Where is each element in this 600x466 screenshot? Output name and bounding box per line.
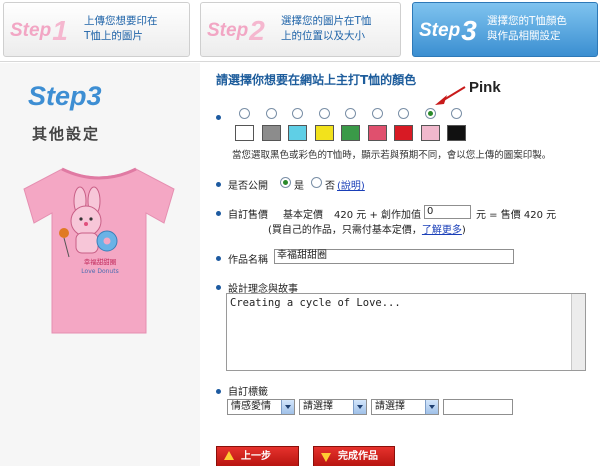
- tags-label: 自訂標籤: [228, 387, 268, 398]
- custom-tag-input[interactable]: [443, 399, 513, 415]
- public-no-label: 否: [325, 181, 335, 192]
- color-swatch-3[interactable]: [288, 125, 307, 141]
- prev-step-button[interactable]: 上一步: [216, 446, 299, 466]
- shirt-caption-1: 幸福甜甜圈: [84, 257, 117, 266]
- bullet-icon: [216, 182, 221, 187]
- arrow-down-icon: [321, 453, 331, 462]
- step-2-number: Step2: [207, 15, 265, 46]
- step-title: Step3: [28, 81, 102, 111]
- creative-bonus-input[interactable]: 0: [424, 205, 471, 219]
- price-note: (買自己的作品，只需付基本定價，了解更多): [268, 225, 466, 236]
- work-name-input[interactable]: 幸福甜甜圈: [274, 249, 514, 264]
- color-swatch-8[interactable]: [421, 125, 440, 141]
- public-help-link[interactable]: (說明): [337, 177, 365, 192]
- bullet-icon: [216, 389, 221, 394]
- color-radio-3[interactable]: [292, 108, 303, 119]
- color-swatch-6[interactable]: [368, 125, 387, 141]
- page-subtitle: 其他設定: [32, 125, 101, 143]
- step-1-number: Step1: [10, 15, 68, 46]
- chevron-down-icon: [425, 400, 438, 414]
- color-note: 當您選取黑色或彩色的T恤時，顯示若與預期不同，會以您上傳的圖案印製。: [232, 150, 552, 161]
- step-tabs: Step1 上傳您想要印在 T恤上的圖片 Step2 選擇您的圖片在T恤 上的位…: [0, 0, 600, 62]
- price-label: 自訂售價: [228, 210, 268, 221]
- bullet-icon: [216, 115, 221, 120]
- bullet-icon: [216, 285, 221, 290]
- story-scrollbar[interactable]: [571, 294, 585, 370]
- tshirt-preview: 幸福甜甜圈 Love Donuts: [23, 167, 175, 334]
- learn-more-link[interactable]: 了解更多: [422, 225, 462, 236]
- color-radio-9[interactable]: [451, 108, 462, 119]
- chevron-down-icon: [281, 400, 294, 414]
- public-no-radio[interactable]: [311, 177, 322, 188]
- shirt-caption-2: Love Donuts: [81, 268, 118, 275]
- story-textarea[interactable]: Creating a cycle of Love...: [226, 293, 586, 371]
- callout-arrow-icon: [435, 86, 466, 105]
- color-radio-1[interactable]: [239, 108, 250, 119]
- step-2-description: 選擇您的圖片在T恤 上的位置以及大小: [281, 15, 372, 42]
- public-label: 是否公開: [228, 181, 268, 192]
- public-yes-label: 是: [294, 181, 304, 192]
- tag-select-3[interactable]: 請選擇: [371, 399, 439, 415]
- tag-select-2[interactable]: 請選擇: [299, 399, 367, 415]
- color-radio-8[interactable]: [425, 108, 436, 119]
- color-swatch-1[interactable]: [235, 125, 254, 141]
- step-tab-3[interactable]: Step3 選擇您的T恤顏色 與作品相關設定: [412, 2, 598, 57]
- bullet-icon: [216, 256, 221, 261]
- sale-price-text: 元 = 售價 420 元: [476, 210, 557, 221]
- finish-button[interactable]: 完成作品: [313, 446, 395, 466]
- color-radio-7[interactable]: [398, 108, 409, 119]
- color-swatch-5[interactable]: [341, 125, 360, 141]
- step-1-description: 上傳您想要印在 T恤上的圖片: [84, 15, 158, 42]
- step-3-number: Step3: [419, 15, 477, 46]
- selected-color-callout: Pink: [469, 79, 501, 96]
- color-radio-5[interactable]: [345, 108, 356, 119]
- step-tab-1[interactable]: Step1 上傳您想要印在 T恤上的圖片: [3, 2, 190, 57]
- color-radio-2[interactable]: [266, 108, 277, 119]
- color-swatch-2[interactable]: [262, 125, 281, 141]
- bullet-icon: [216, 211, 221, 216]
- color-radio-4[interactable]: [319, 108, 330, 119]
- color-swatch-7[interactable]: [394, 125, 413, 141]
- work-name-label: 作品名稱: [228, 255, 268, 266]
- step-tab-2[interactable]: Step2 選擇您的圖片在T恤 上的位置以及大小: [200, 2, 401, 57]
- step-3-description: 選擇您的T恤顏色 與作品相關設定: [487, 15, 567, 42]
- public-yes-radio[interactable]: [280, 177, 291, 188]
- color-swatch-4[interactable]: [315, 125, 334, 141]
- chevron-down-icon: [353, 400, 366, 414]
- tag-select-1[interactable]: 情感愛情: [227, 399, 295, 415]
- base-price-label: 基本定價: [283, 210, 323, 221]
- left-panel: Step3 其他設定 幸福甜甜圈 Love Donuts: [0, 63, 200, 466]
- color-swatch-9[interactable]: [447, 125, 466, 141]
- color-heading: 請選擇你想要在網站上主打T恤的顏色: [216, 73, 417, 87]
- settings-form: 請選擇你想要在網站上主打T恤的顏色 Pink 當您選取黑色或彩色的T恤時，顯示若…: [200, 63, 600, 466]
- arrow-up-icon: [224, 451, 234, 460]
- base-price-value: 420 元 + 創作加值: [334, 210, 422, 221]
- color-radio-6[interactable]: [372, 108, 383, 119]
